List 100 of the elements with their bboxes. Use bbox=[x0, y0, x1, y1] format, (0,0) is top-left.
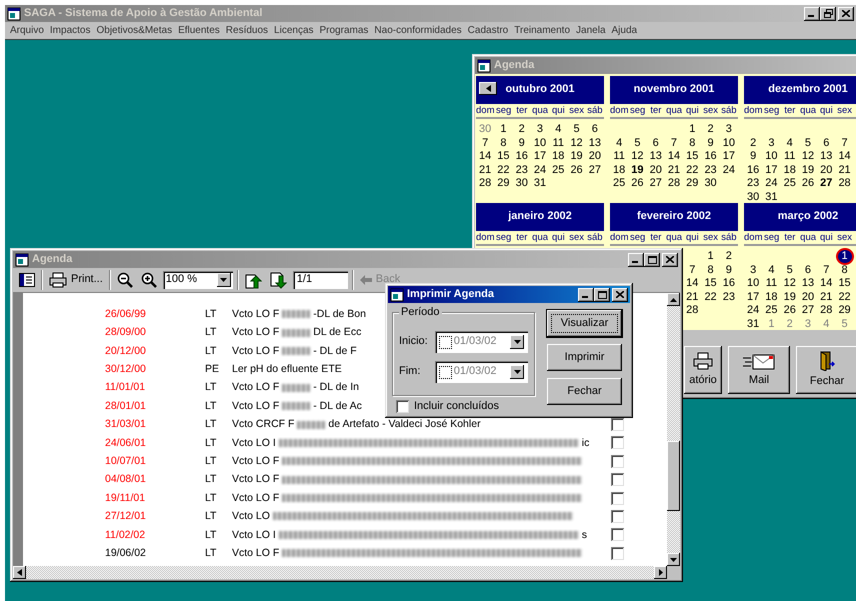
calendar-day[interactable]: 1 bbox=[706, 250, 716, 263]
menu-item[interactable]: Programas bbox=[316, 24, 372, 36]
calendar-day[interactable]: 27 bbox=[800, 304, 816, 317]
calendar-day[interactable]: 19 bbox=[782, 290, 798, 304]
calendar-day[interactable]: 18 bbox=[763, 290, 780, 304]
calendar-day[interactable]: 19 bbox=[800, 164, 816, 176]
maximize-button[interactable] bbox=[644, 252, 660, 266]
calendar-day[interactable]: 7 bbox=[821, 264, 832, 276]
calendar-day[interactable]: 10 bbox=[532, 136, 548, 150]
calendar-day[interactable]: 2 bbox=[724, 250, 734, 263]
calendar-day[interactable]: 26 bbox=[800, 177, 816, 190]
calendar-day[interactable]: 13 bbox=[818, 150, 834, 163]
calendar-day[interactable]: 19 bbox=[568, 150, 585, 163]
date-field[interactable]: 01/03/02 bbox=[434, 331, 528, 353]
dialog-button[interactable]: Fechar bbox=[547, 378, 622, 405]
calendar-day[interactable]: 11 bbox=[782, 150, 798, 163]
calendar-day[interactable]: 24 bbox=[532, 164, 548, 176]
calendar-day[interactable]: 25 bbox=[611, 177, 628, 190]
calendar-day[interactable]: 7 bbox=[687, 264, 698, 276]
calendar-day[interactable]: 26 bbox=[782, 304, 798, 317]
calendar-day[interactable]: 4 bbox=[784, 136, 795, 150]
done-checkbox[interactable] bbox=[611, 418, 624, 432]
dialog-button[interactable]: Imprimir bbox=[547, 344, 622, 371]
calendar-day[interactable]: 29 bbox=[684, 177, 700, 190]
dropdown-button[interactable] bbox=[510, 365, 524, 379]
calendar-day[interactable]: 20 bbox=[648, 164, 664, 176]
menu-item[interactable]: Licenças bbox=[271, 24, 316, 36]
done-checkbox[interactable] bbox=[611, 546, 624, 560]
calendar-day[interactable]: 22 bbox=[495, 164, 512, 176]
scrollbar-thumb[interactable] bbox=[667, 441, 680, 511]
scroll-up-button[interactable] bbox=[667, 293, 680, 306]
calendar-day[interactable]: 15 bbox=[684, 150, 700, 163]
calendar-day[interactable]: 22 bbox=[836, 290, 853, 304]
calendar-day[interactable]: 15 bbox=[495, 150, 512, 163]
calendar-day[interactable]: 28 bbox=[666, 177, 682, 190]
menu-item[interactable]: Treinamento bbox=[511, 24, 574, 36]
done-checkbox[interactable] bbox=[611, 436, 624, 450]
previous-month-button[interactable] bbox=[479, 82, 497, 95]
calendar-day[interactable]: 5 bbox=[784, 264, 795, 276]
calendar-day[interactable]: 8 bbox=[498, 136, 508, 150]
next-page-button[interactable] bbox=[268, 270, 289, 290]
calendar-day[interactable]: 25 bbox=[550, 164, 566, 176]
calendar-day[interactable]: 4 bbox=[553, 123, 564, 136]
date-field[interactable]: 01/03/02 bbox=[434, 361, 528, 383]
calendar-day[interactable]: 26 bbox=[629, 177, 646, 190]
calendar-day[interactable]: 27 bbox=[818, 177, 834, 190]
calendar-day[interactable]: 11 bbox=[550, 136, 566, 150]
calendar-day[interactable]: 6 bbox=[650, 136, 661, 150]
calendar-day[interactable]: 30 bbox=[514, 177, 530, 190]
date-checkbox[interactable] bbox=[438, 366, 452, 378]
calendar-day[interactable]: 2 bbox=[784, 318, 795, 330]
calendar-day[interactable]: 3 bbox=[724, 123, 734, 136]
calendar-day[interactable]: 27 bbox=[648, 177, 664, 190]
dropdown-button[interactable] bbox=[510, 335, 524, 349]
calendar-day[interactable]: 30 bbox=[477, 123, 494, 136]
dialog-button[interactable]: Visualizar bbox=[547, 310, 622, 337]
calendar-day[interactable]: 9 bbox=[748, 150, 758, 163]
calendar-day[interactable]: 18 bbox=[550, 150, 566, 163]
layout-button[interactable] bbox=[17, 272, 37, 288]
calendar-day[interactable]: 16 bbox=[745, 164, 762, 176]
calendar-day[interactable]: 22 bbox=[702, 290, 719, 304]
calendar-day[interactable]: 6 bbox=[802, 264, 814, 276]
calendar-day[interactable]: 21 bbox=[836, 164, 853, 176]
page-field[interactable]: 1/1 bbox=[292, 271, 348, 289]
calendar-day[interactable]: 4 bbox=[821, 318, 832, 330]
calendar-day[interactable]: 23 bbox=[720, 290, 737, 304]
calendar-day[interactable]: 13 bbox=[648, 150, 664, 163]
calendar-day[interactable]: 19 bbox=[629, 164, 646, 176]
calendar-day[interactable]: 17 bbox=[763, 164, 780, 176]
calendar-day[interactable]: 31 bbox=[532, 177, 548, 190]
menu-item[interactable]: Objetivos&Metas bbox=[93, 24, 176, 36]
horizontal-scrollbar[interactable] bbox=[13, 566, 667, 579]
calendar-day[interactable]: 31 bbox=[745, 318, 762, 330]
calendar-day[interactable]: 7 bbox=[840, 136, 850, 150]
report-button[interactable]: atório bbox=[684, 346, 722, 394]
menu-item[interactable]: Arquivo bbox=[7, 24, 47, 36]
calendar-day[interactable]: 28 bbox=[836, 177, 853, 190]
calendar-day[interactable]: 14 bbox=[684, 277, 700, 290]
done-checkbox[interactable] bbox=[611, 528, 624, 542]
calendar-day[interactable]: 4 bbox=[614, 136, 624, 150]
calendar-day[interactable]: 12 bbox=[629, 150, 646, 163]
calendar-day[interactable]: 5 bbox=[840, 318, 850, 330]
calendar-day[interactable]: 12 bbox=[800, 150, 816, 163]
calendar-day[interactable]: 13 bbox=[800, 277, 816, 290]
mail-button[interactable]: Mail bbox=[728, 346, 790, 394]
calendar-day[interactable]: 25 bbox=[763, 304, 780, 317]
calendar-day[interactable]: 13 bbox=[586, 136, 603, 150]
calendar-day[interactable]: 21 bbox=[666, 164, 682, 176]
vertical-scrollbar[interactable] bbox=[667, 293, 680, 566]
calendar-day[interactable]: 5 bbox=[802, 136, 814, 150]
done-checkbox[interactable] bbox=[611, 510, 624, 523]
calendar-day[interactable]: 25 bbox=[782, 177, 798, 190]
calendar-day[interactable]: 21 bbox=[684, 290, 700, 304]
calendar-day[interactable]: 12 bbox=[782, 277, 798, 290]
scroll-right-button[interactable] bbox=[654, 566, 667, 579]
calendar-day[interactable]: 1 bbox=[766, 318, 776, 330]
calendar-day[interactable]: 29 bbox=[495, 177, 512, 190]
include-checkbox[interactable] bbox=[396, 400, 409, 414]
scroll-down-button[interactable] bbox=[667, 553, 680, 566]
calendar-day[interactable]: 27 bbox=[586, 164, 603, 176]
